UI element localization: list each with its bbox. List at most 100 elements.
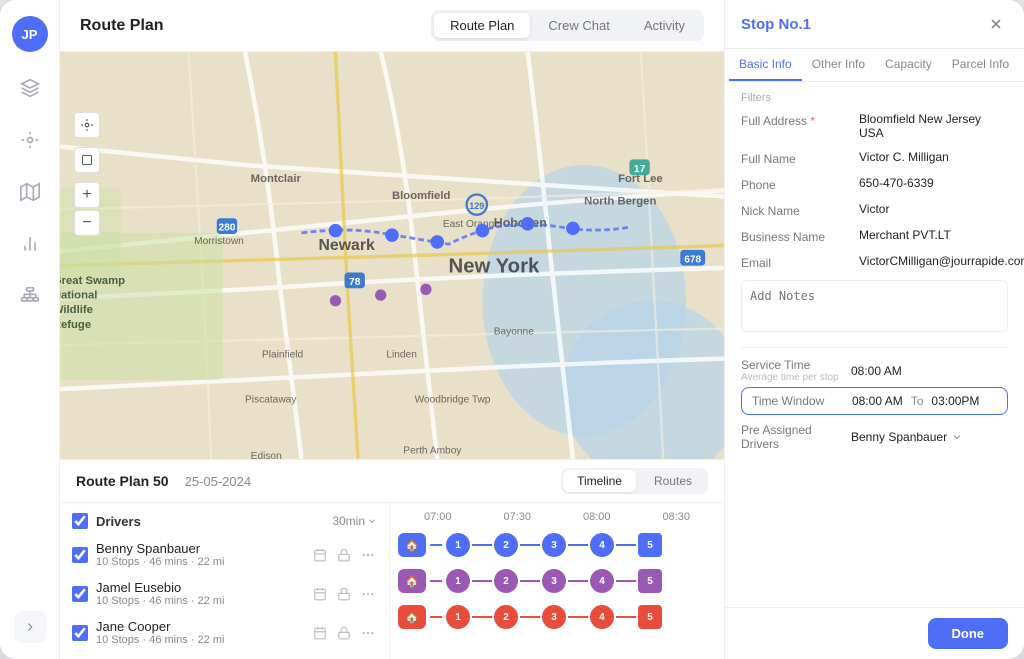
timeline-stop[interactable]: 2 [494,533,518,557]
bottom-panel-header: Route Plan 50 25-05-2024 Timeline Routes [60,460,724,503]
sidebar-icon-org[interactable] [14,280,46,312]
avatar[interactable]: JP [12,16,48,52]
close-button[interactable] [984,12,1008,36]
timeline-stops-jamel: 1 2 3 4 5 [446,569,662,593]
svg-text:78: 78 [349,277,361,288]
timeline-line [520,544,540,546]
time-window-row[interactable]: Time Window 08:00 AM To 03:00PM [741,387,1008,415]
tab-routes[interactable]: Routes [640,470,706,492]
driver-calendar-icon-benny[interactable] [311,546,329,564]
timeline-stop[interactable]: 4 [590,533,614,557]
sidebar-icon-layers[interactable] [14,72,46,104]
map-area: Great Swamp National Wildlife Refuge New… [60,52,724,459]
service-time-sub-label: Average time per stop [741,372,851,383]
timeline-stop[interactable]: 1 [446,569,470,593]
driver-checkbox-jamel[interactable] [72,586,88,602]
timeline-line [616,580,636,582]
driver-calendar-icon-jamel[interactable] [311,585,329,603]
sidebar-icon-location[interactable] [14,124,46,156]
tab-other-info[interactable]: Other Info [802,49,875,81]
driver-actions-benny [311,546,377,564]
driver-stats-jamel: 10 Stops · 46 mins · 22 mi [96,595,303,607]
pre-assigned-dropdown[interactable]: Benny Spanbauer [851,430,963,444]
sidebar-expand-button[interactable] [14,611,46,643]
svg-text:Bloomfield: Bloomfield [392,190,450,202]
timeline-stop[interactable]: 2 [494,569,518,593]
timeline-line [472,616,492,618]
tab-timeline[interactable]: Timeline [563,470,636,492]
svg-text:Wildlife: Wildlife [60,304,93,316]
driver-lock-icon-benny[interactable] [335,546,353,564]
driver-checkbox-jane[interactable] [72,625,88,641]
driver-checkbox-benny[interactable] [72,547,88,563]
time-window-to-label: To [911,394,924,408]
notes-textarea[interactable] [741,280,1008,332]
driver-lock-icon-jane[interactable] [335,624,353,642]
timeline-stop[interactable]: 3 [542,605,566,629]
timeline-stop[interactable]: 5 [638,569,662,593]
driver-more-icon-benny[interactable] [359,546,377,564]
timeline-home-benny: 🏠 [398,533,426,557]
timeline-line [472,544,492,546]
drivers-list: Drivers 30min Benny Spanbauer 10 Stops ·… [60,503,390,659]
label-full-address: Full Address * [741,112,851,128]
time-window-to-value: 03:00PM [931,394,979,408]
drivers-select-all[interactable] [72,513,88,529]
timeline-connector [430,544,442,546]
svg-text:National: National [60,289,97,301]
timeline-stop[interactable]: 4 [590,605,614,629]
tab-activity[interactable]: Activity [628,13,701,38]
timeline-line [568,580,588,582]
timeline-stops-benny: 1 2 3 4 5 [446,533,662,557]
driver-name-jamel: Jamel Eusebio [96,580,303,595]
info-tabs: Basic Info Other Info Capacity Parcel In… [725,49,1024,82]
timeline-stop[interactable]: 3 [542,569,566,593]
timeline-time-3: 08:00 [557,511,637,523]
svg-text:Linden: Linden [386,349,416,360]
svg-text:Refuge: Refuge [60,319,91,331]
map-background[interactable]: Great Swamp National Wildlife Refuge New… [60,52,724,459]
value-full-address: Bloomfield New Jersey USA [859,112,1008,140]
driver-more-icon-jane[interactable] [359,624,377,642]
field-full-address: Full Address * Bloomfield New Jersey USA [741,112,1008,140]
tab-crew-chat[interactable]: Crew Chat [532,13,625,38]
tab-basic-info[interactable]: Basic Info [729,49,802,81]
map-svg: Great Swamp National Wildlife Refuge New… [60,52,724,459]
driver-more-icon-jamel[interactable] [359,585,377,603]
map-zoom-out-button[interactable]: − [74,210,100,236]
tab-parcel-info[interactable]: Parcel Info [942,49,1019,81]
sidebar-icon-map[interactable] [14,176,46,208]
driver-info-jane: Jane Cooper 10 Stops · 46 mins · 22 mi [96,619,303,646]
driver-name-jane: Jane Cooper [96,619,303,634]
value-full-name: Victor C. Milligan [859,150,1008,164]
tab-capacity[interactable]: Capacity [875,49,942,81]
svg-text:Bayonne: Bayonne [494,327,534,338]
timeline-home-jamel: 🏠 [398,569,426,593]
svg-text:North Bergen: North Bergen [584,196,656,208]
timeline-time-2: 07:30 [478,511,558,523]
driver-calendar-icon-jane[interactable] [311,624,329,642]
map-select-control[interactable] [74,147,100,173]
driver-name-benny: Benny Spanbauer [96,541,303,556]
filters-label: Filters [741,92,1008,104]
tab-route-plan[interactable]: Route Plan [434,13,530,38]
main-content: Route Plan Route Plan Crew Chat Activity [60,0,724,659]
done-button[interactable]: Done [928,618,1009,649]
sidebar: JP [0,0,60,659]
map-location-control[interactable] [74,112,100,138]
sidebar-icon-chart[interactable] [14,228,46,260]
timeline-stop[interactable]: 4 [590,569,614,593]
timeline-stops-jane: 1 2 3 4 5 [446,605,662,629]
driver-info-benny: Benny Spanbauer 10 Stops · 46 mins · 22 … [96,541,303,568]
chevron-down-icon [951,431,963,443]
svg-text:Edison: Edison [251,451,282,459]
map-zoom-in-button[interactable]: + [74,182,100,208]
timeline-stop[interactable]: 3 [542,533,566,557]
timeline-stop[interactable]: 2 [494,605,518,629]
driver-lock-icon-jamel[interactable] [335,585,353,603]
timeline-stop[interactable]: 1 [446,605,470,629]
timeline-stop[interactable]: 1 [446,533,470,557]
timeline-stop[interactable]: 5 [638,533,662,557]
timeline-stop[interactable]: 5 [638,605,662,629]
svg-text:Perth Amboy: Perth Amboy [403,445,462,456]
